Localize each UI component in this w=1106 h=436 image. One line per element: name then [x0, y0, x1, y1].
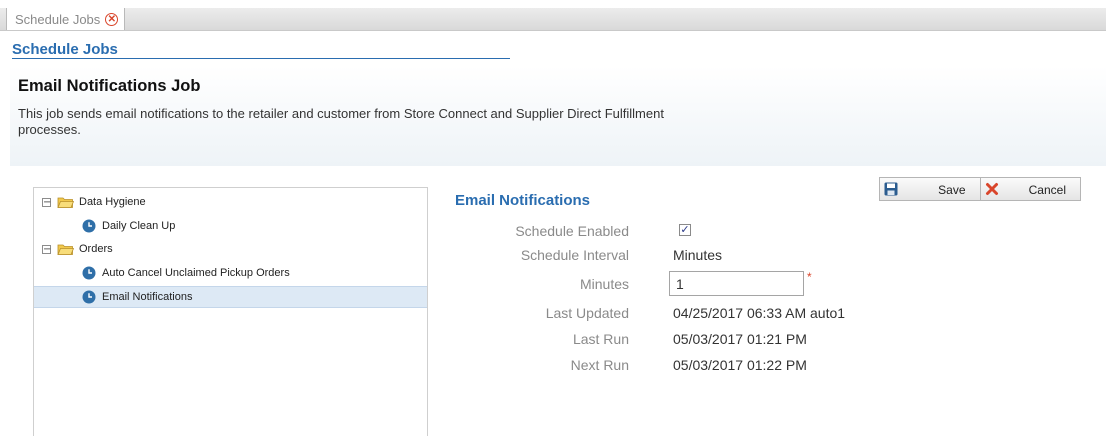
tree-item-email-notifications[interactable]: Email Notifications — [34, 286, 427, 308]
row-minutes: Minutes * — [455, 270, 1075, 296]
row-last-run: Last Run 05/03/2017 01:21 PM — [455, 329, 1075, 349]
schedule-enabled-checkbox[interactable]: ✓ — [679, 224, 691, 236]
schedule-enabled-label: Schedule Enabled — [515, 223, 629, 239]
job-description-line-1: This job sends email notifications to th… — [18, 106, 664, 121]
tab-label: Schedule Jobs — [15, 11, 101, 27]
clock-icon — [82, 266, 96, 280]
tree-group-label: Data Hygiene — [79, 196, 146, 208]
required-marker: * — [807, 270, 812, 284]
minutes-label: Minutes — [579, 276, 629, 292]
row-schedule-interval: Schedule Interval Minutes — [455, 245, 1075, 265]
job-title: Email Notifications Job — [18, 77, 201, 95]
minutes-input[interactable] — [669, 271, 804, 296]
save-icon — [884, 182, 898, 196]
clock-icon — [82, 290, 96, 304]
action-toolbar: Save Cancel — [879, 177, 1081, 201]
tree-item-label: Daily Clean Up — [102, 220, 176, 232]
tree-group-orders[interactable]: − Orders — [34, 238, 435, 260]
job-tree: − Data Hygiene Daily Clean Up − Orders A… — [33, 187, 428, 436]
tree-item-auto-cancel[interactable]: Auto Cancel Unclaimed Pickup Orders — [34, 262, 475, 284]
section-title: Schedule Jobs — [12, 41, 510, 59]
tab-strip: Schedule Jobs ✕ — [0, 8, 1106, 31]
tree-group-data-hygiene[interactable]: − Data Hygiene — [34, 191, 435, 213]
last-run-label: Last Run — [572, 331, 629, 347]
clock-icon — [82, 219, 96, 233]
schedule-interval-value: Minutes — [673, 247, 723, 263]
job-banner: Email Notifications Job This job sends e… — [10, 66, 1106, 166]
next-run-value: 05/03/2017 01:22 PM — [673, 357, 807, 373]
row-schedule-enabled: Schedule Enabled ✓ — [455, 221, 1075, 241]
detail-title: Email Notifications — [455, 192, 591, 209]
tree-item-daily-clean-up[interactable]: Daily Clean Up — [34, 215, 475, 237]
tree-item-label: Email Notifications — [102, 291, 193, 303]
cancel-button[interactable]: Cancel — [979, 178, 1081, 200]
last-updated-label: Last Updated — [545, 305, 629, 321]
next-run-label: Next Run — [570, 357, 629, 373]
save-button[interactable]: Save — [880, 178, 980, 200]
close-icon[interactable]: ✕ — [105, 12, 119, 26]
tree-item-label: Auto Cancel Unclaimed Pickup Orders — [102, 267, 290, 279]
folder-icon — [57, 244, 74, 255]
last-updated-value: 04/25/2017 06:33 AM auto1 — [673, 305, 846, 321]
collapse-icon[interactable]: − — [42, 197, 51, 207]
row-next-run: Next Run 05/03/2017 01:22 PM — [455, 355, 1075, 375]
job-description-line-2: processes. — [18, 122, 81, 137]
save-label: Save — [938, 183, 966, 197]
tree-group-label: Orders — [79, 243, 113, 255]
job-description: This job sends email notifications to th… — [18, 106, 768, 138]
row-last-updated: Last Updated 04/25/2017 06:33 AM auto1 — [455, 303, 1075, 323]
folder-icon — [57, 197, 74, 208]
schedule-interval-label: Schedule Interval — [520, 247, 629, 263]
cancel-label: Cancel — [1028, 183, 1066, 197]
cancel-icon — [985, 183, 998, 195]
collapse-icon[interactable]: − — [42, 244, 51, 254]
last-run-value: 05/03/2017 01:21 PM — [673, 331, 807, 347]
tab-schedule-jobs[interactable]: Schedule Jobs ✕ — [6, 8, 126, 30]
